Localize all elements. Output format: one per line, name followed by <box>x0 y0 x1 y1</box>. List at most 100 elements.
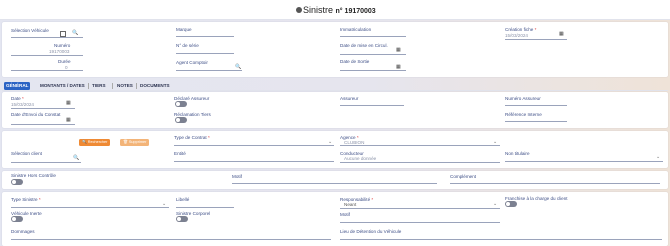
assureur-label: Assureur <box>340 96 359 101</box>
immatriculation-label: Immatriculation <box>340 27 372 32</box>
date-mise-circulation-label: Date de mise en Circul. <box>340 43 388 48</box>
motif-label: Motif <box>232 174 242 179</box>
dommages-label: Dommages <box>11 229 35 234</box>
tab-bar: GÉNÉRAL MONTANTS / DATES TIERS NOTES DOC… <box>2 81 668 91</box>
calendar-icon[interactable]: ▦ <box>396 48 401 53</box>
dommages-input[interactable] <box>11 239 331 240</box>
creation-fiche-underline <box>505 39 567 40</box>
numero-value: 19170003 <box>49 49 70 54</box>
agent-comptoir-label: Agent Comptoir <box>176 60 208 65</box>
title-bar: Sinistre n° 19170003 <box>0 0 670 20</box>
date-mise-circulation-input[interactable] <box>340 54 406 55</box>
type-sinistre-label: Type Sinistre * <box>11 197 41 202</box>
conducteur-select-underline <box>340 162 500 163</box>
tab-separator <box>88 83 89 89</box>
numero-label: Numéro <box>54 43 71 48</box>
rechercher-label: Rechercher <box>87 140 108 144</box>
chevron-down-icon[interactable]: ⌄ <box>656 155 660 160</box>
vehicule-inerte-toggle[interactable] <box>11 216 23 222</box>
marque-input[interactable] <box>176 36 234 37</box>
duree-underline <box>11 70 83 71</box>
conducteur-value[interactable]: Aucune donnée <box>344 156 376 161</box>
tab-separator <box>112 83 113 89</box>
selection-client-label: Sélection client <box>11 151 42 156</box>
responsabilite-value[interactable]: Neant <box>344 202 356 207</box>
supprimer-label: Supprimer <box>128 140 147 144</box>
reclamation-tiers-toggle[interactable] <box>175 117 187 123</box>
motif-input[interactable] <box>232 183 437 184</box>
immatriculation-input[interactable] <box>340 36 406 37</box>
search-icon[interactable]: 🔍 <box>73 156 79 161</box>
selection-vehicule-underline <box>11 37 83 38</box>
date-envoi-constat-label: Date d'Envoi du Constat <box>11 112 61 117</box>
libelle-label: Libellé <box>176 197 190 202</box>
sinistre-number: n° 19170003 <box>335 8 376 15</box>
supprimer-button[interactable]: 🗑 Supprimer <box>120 139 150 146</box>
calendar-icon[interactable]: ▦ <box>66 101 71 106</box>
calendar-icon[interactable]: ▦ <box>559 32 564 37</box>
search-icon[interactable]: 🔍 <box>72 31 78 36</box>
complement-input[interactable] <box>450 183 660 184</box>
responsabilite-select-underline <box>340 208 500 209</box>
creation-fiche-label: Création fiche * <box>505 27 537 32</box>
hors-controle-label: Sinistre Hors Contrôle <box>11 173 56 178</box>
franchise-toggle[interactable] <box>505 201 517 207</box>
assureur-input[interactable] <box>340 105 404 106</box>
numero-assureur-label: Numéro Assureur <box>505 96 541 101</box>
sinistre-motif-input[interactable] <box>340 222 500 223</box>
tab-separator <box>136 83 137 89</box>
duree-label: Durée <box>58 59 71 64</box>
search-icon: 🔍 <box>82 140 87 144</box>
tab-documents[interactable]: DOCUMENTS <box>140 83 170 89</box>
date-sortie-input[interactable] <box>340 70 406 71</box>
marque-label: Marque <box>176 27 192 32</box>
type-contrat-select[interactable] <box>174 145 334 146</box>
general-card: Date * 15/03/2024 ▦ Déclaré Assureur Ass… <box>2 92 668 128</box>
chevron-down-icon[interactable]: ⌄ <box>493 202 497 207</box>
sinistre-motif-label: Motif <box>340 212 350 217</box>
date-label: Date * <box>11 96 24 101</box>
declare-assureur-toggle[interactable] <box>175 101 187 107</box>
no-serie-input[interactable] <box>176 53 234 54</box>
date-value[interactable]: 15/03/2024 <box>11 102 34 107</box>
selection-client-input[interactable] <box>11 162 81 163</box>
calendar-icon[interactable]: ▦ <box>66 118 71 123</box>
date-envoi-constat-input[interactable] <box>11 124 75 125</box>
non-titulaire-select[interactable] <box>505 161 663 162</box>
sinistre-card: Type Sinistre * ⌄ Libellé Responsabilité… <box>2 192 668 246</box>
agence-select-underline <box>340 145 500 146</box>
entite-input[interactable] <box>174 161 334 162</box>
date-sortie-label: Date de Sortie <box>340 59 370 64</box>
vehicle-card: Sélection Véhicule 🔍 Marque Immatriculat… <box>2 22 668 77</box>
libelle-input[interactable] <box>176 207 234 208</box>
creation-fiche-value[interactable]: 15/03/2024 <box>505 33 528 38</box>
entite-label: Entité <box>174 151 186 156</box>
non-titulaire-label: Non titulaire <box>505 151 530 156</box>
status-dot-icon <box>296 7 302 13</box>
type-sinistre-select[interactable] <box>11 207 169 208</box>
hors-controle-toggle[interactable] <box>11 179 23 185</box>
reference-interne-label: Référence Interne <box>505 112 542 117</box>
complement-label: Complément <box>450 174 477 179</box>
hors-controle-card: Sinistre Hors Contrôle Motif Complément <box>2 171 668 189</box>
tab-general[interactable]: GÉNÉRAL <box>4 82 31 90</box>
tab-notes[interactable]: NOTES <box>117 83 133 89</box>
tab-tiers[interactable]: TIERS <box>92 83 106 89</box>
title-text: Sinistre <box>303 5 334 15</box>
no-serie-label: N° de série <box>176 43 199 48</box>
numero-underline <box>11 55 83 56</box>
lieu-detention-label: Lieu de Détention du Véhicule <box>340 229 402 234</box>
sinistre-corporel-toggle[interactable] <box>176 216 188 222</box>
rechercher-button[interactable]: 🔍 Rechercher <box>79 139 111 146</box>
tab-montants-dates[interactable]: MONTANTS / DATES <box>40 83 85 89</box>
page-title: Sinistre n° 19170003 <box>296 5 376 17</box>
agent-comptoir-input[interactable] <box>176 70 242 71</box>
selection-vehicule-label: Sélection Véhicule <box>11 28 49 33</box>
reference-interne-input[interactable] <box>505 121 567 122</box>
client-card: Type de Contrat * ⌄ Agence * CLUBION ⌄ 🔍… <box>2 131 668 168</box>
date-underline <box>11 108 75 109</box>
numero-assureur-input[interactable] <box>505 105 567 106</box>
lieu-detention-input[interactable] <box>340 239 662 240</box>
trash-icon: 🗑 <box>123 140 128 144</box>
type-contrat-label: Type de Contrat * <box>174 135 210 140</box>
